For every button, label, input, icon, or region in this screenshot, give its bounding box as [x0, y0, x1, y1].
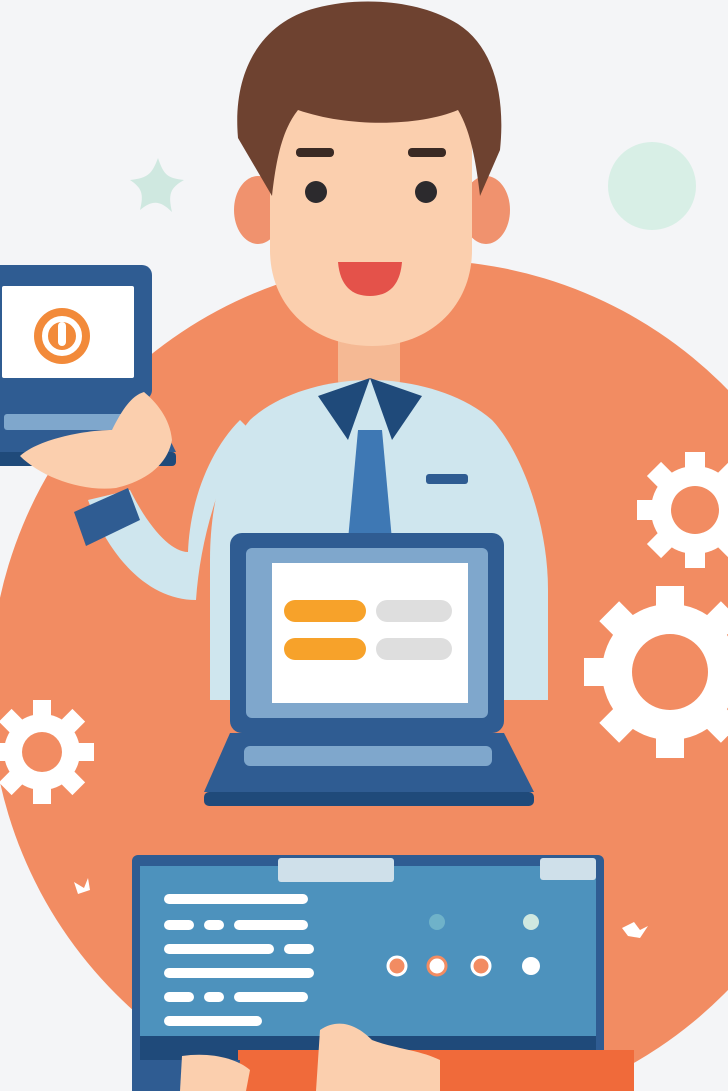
right-eye — [415, 181, 437, 203]
status-dot — [426, 955, 448, 977]
at-sign-icon — [34, 308, 90, 364]
screen-bar-orange — [284, 600, 366, 622]
screen-bar-gray — [376, 638, 452, 660]
left-eyebrow — [296, 148, 334, 157]
left-eye — [305, 181, 327, 203]
center-laptop-keyboard — [244, 746, 492, 766]
shirt-pocket — [426, 474, 468, 484]
illustration-scene — [0, 0, 728, 1091]
status-dot — [386, 955, 408, 977]
bottom-monitor-topbar — [540, 858, 596, 880]
status-dot — [523, 914, 539, 930]
right-eyebrow — [408, 148, 446, 157]
status-dot — [470, 955, 492, 977]
mint-decor-circle — [608, 142, 696, 230]
center-laptop-screen — [272, 563, 468, 703]
status-dot — [522, 957, 540, 975]
screen-bar-orange — [284, 638, 366, 660]
center-laptop-trim — [204, 792, 534, 806]
bottom-monitor-topbar — [278, 858, 394, 882]
status-dot — [429, 914, 445, 930]
screen-bar-gray — [376, 600, 452, 622]
